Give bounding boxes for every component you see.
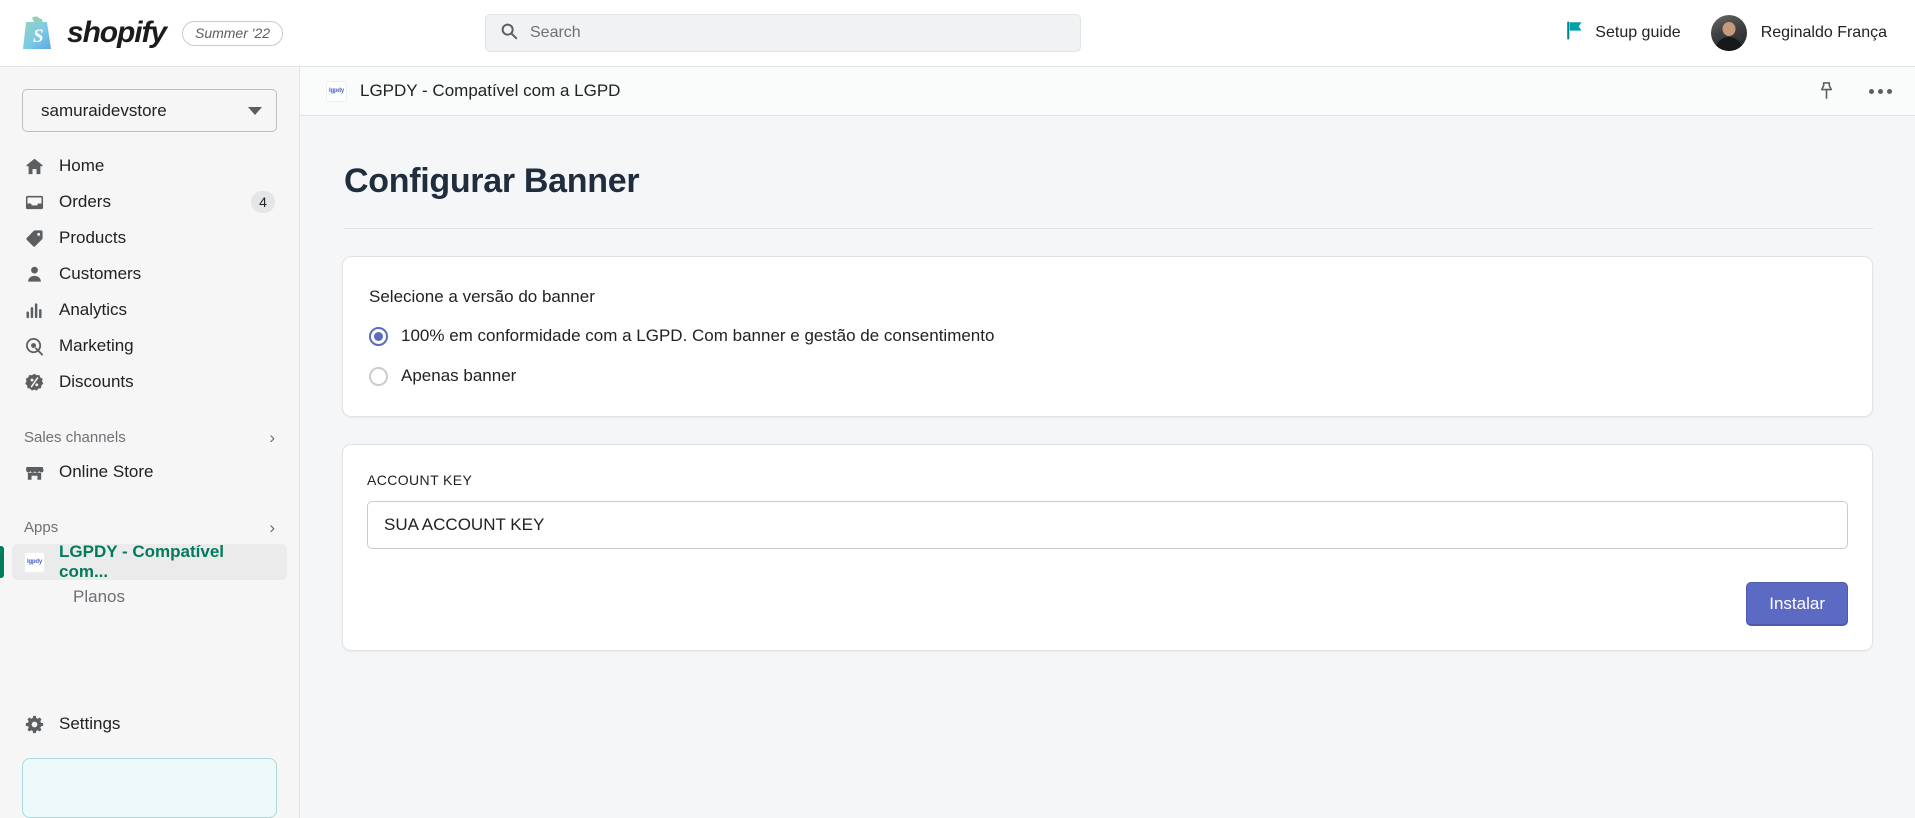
banner-version-card: Selecione a versão do banner 100% em con…: [342, 256, 1873, 417]
pin-icon[interactable]: [1813, 78, 1839, 104]
sidebar-label: Analytics: [59, 300, 128, 319]
search-placeholder-text: Search: [530, 24, 581, 41]
radio-label: Apenas banner: [401, 366, 517, 385]
setup-guide-button[interactable]: Setup guide: [1558, 15, 1688, 51]
sales-channels-title: Sales channels: [24, 428, 126, 446]
online-store-icon: [24, 462, 45, 483]
flag-icon: [1566, 21, 1584, 45]
avatar: [1710, 15, 1747, 51]
settings-nav: Settings: [0, 706, 299, 742]
discounts-percent-icon: [24, 372, 45, 393]
app-header-bar: lgpdy LGPDY - Compatível com a LGPD: [300, 67, 1915, 116]
setup-guide-label: Setup guide: [1595, 24, 1681, 41]
orders-icon: [24, 192, 45, 213]
top-bar: S shopify Summer '22 Search Setup guide: [0, 0, 1915, 67]
sidebar-item-discounts[interactable]: Discounts: [12, 364, 287, 400]
sidebar-label: Marketing: [59, 336, 134, 355]
apps-title: Apps: [24, 518, 59, 536]
dot: [1868, 88, 1874, 94]
search-container: Search: [485, 14, 1081, 52]
header-divider: [344, 228, 1873, 229]
customers-person-icon: [24, 264, 45, 285]
chevron-down-icon: [248, 106, 262, 115]
account-key-card-body: ACCOUNT KEY Instalar: [343, 445, 1872, 650]
account-key-label: ACCOUNT KEY: [367, 472, 473, 488]
season-badge: Summer '22: [181, 20, 284, 46]
account-key-actions: Instalar: [367, 582, 1848, 626]
primary-nav: Home Orders 4 Products Customers Analyti…: [0, 148, 299, 400]
radio-option-banner-only[interactable]: Apenas banner: [369, 366, 1846, 386]
sidebar-label: Home: [59, 156, 105, 175]
sidebar-item-settings[interactable]: Settings: [12, 706, 287, 742]
radio-indicator[interactable]: [369, 326, 388, 346]
top-bar-actions: Setup guide Reginaldo França: [1558, 11, 1915, 55]
apps-header[interactable]: Apps ›: [0, 510, 299, 544]
sidebar-item-orders[interactable]: Orders 4: [12, 184, 287, 220]
user-name-label: Reginaldo França: [1760, 24, 1887, 41]
sidebar-label: Online Store: [59, 462, 154, 481]
page-title: Configurar Banner: [344, 162, 640, 200]
sidebar-item-marketing[interactable]: Marketing: [12, 328, 287, 364]
analytics-bars-icon: [24, 300, 45, 321]
sidebar-item-analytics[interactable]: Analytics: [12, 292, 287, 328]
sidebar-item-planos[interactable]: Planos: [12, 580, 287, 614]
dot: [1886, 88, 1892, 94]
search-input[interactable]: Search: [485, 14, 1081, 52]
svg-text:S: S: [33, 26, 44, 47]
page-content: Configurar Banner Selecione a versão do …: [300, 116, 1915, 818]
sidebar-label: Customers: [59, 264, 142, 283]
radio-label: 100% em conformidade com a LGPD. Com ban…: [401, 326, 995, 345]
lgpdy-app-icon: lgpdy: [326, 80, 347, 102]
sidebar-label: Orders: [59, 192, 111, 211]
banner-version-card-body: Selecione a versão do banner 100% em con…: [343, 257, 1872, 416]
sidebar-footer: Settings: [0, 706, 299, 818]
app-header-actions: [1813, 78, 1893, 104]
apps-nav: lgpdy LGPDY - Compatível com...: [0, 542, 299, 581]
home-icon: [24, 156, 45, 177]
page-header: Configurar Banner: [344, 116, 1873, 229]
sidebar-label: Discounts: [59, 372, 134, 391]
sidebar-item-online-store[interactable]: Online Store: [12, 454, 287, 490]
shopify-logo-icon: S: [22, 15, 55, 51]
sidebar-label: LGPDY - Compatível com...: [59, 542, 224, 581]
sidebar-item-home[interactable]: Home: [12, 148, 287, 184]
account-key-input[interactable]: [367, 501, 1848, 549]
dot: [1877, 88, 1883, 94]
shopify-brand[interactable]: S shopify Summer '22: [0, 15, 284, 51]
more-actions-icon[interactable]: [1867, 78, 1893, 104]
app-shell: samuraidevstore Home Orders 4 Products C…: [0, 67, 1915, 818]
sidebar: samuraidevstore Home Orders 4 Products C…: [0, 67, 300, 818]
radio-indicator[interactable]: [369, 366, 388, 386]
user-menu-button[interactable]: Reginaldo França: [1705, 11, 1893, 55]
store-name-label: samuraidevstore: [41, 100, 167, 120]
chevron-right-icon: ›: [269, 517, 275, 537]
brand-wordmark: shopify: [67, 16, 167, 49]
install-button[interactable]: Instalar: [1746, 582, 1848, 626]
app-title: LGPDY - Compatível com a LGPD: [360, 81, 621, 100]
banner-version-label: Selecione a versão do banner: [369, 287, 595, 306]
store-switcher[interactable]: samuraidevstore: [22, 89, 277, 132]
marketing-target-icon: [24, 336, 45, 357]
app-header-left: lgpdy LGPDY - Compatível com a LGPD: [326, 80, 621, 102]
radio-option-full-compliance[interactable]: 100% em conformidade com a LGPD. Com ban…: [369, 326, 1846, 346]
sales-channels-header[interactable]: Sales channels ›: [0, 420, 299, 454]
products-tag-icon: [24, 228, 45, 249]
sales-channels-nav: Online Store: [0, 454, 299, 490]
account-key-card: ACCOUNT KEY Instalar: [342, 444, 1873, 651]
sidebar-label: Settings: [59, 714, 121, 733]
sidebar-item-lgpdy-app[interactable]: lgpdy LGPDY - Compatível com...: [0, 542, 287, 581]
sidebar-item-products[interactable]: Products: [12, 220, 287, 256]
orders-count-badge: 4: [251, 191, 275, 213]
lgpdy-app-icon: lgpdy: [24, 551, 45, 573]
main-area: lgpdy LGPDY - Compatível com a LGPD Conf: [300, 67, 1915, 818]
search-icon: [500, 22, 518, 45]
sidebar-promo-card[interactable]: [22, 758, 277, 818]
sidebar-label: Products: [59, 228, 127, 247]
gear-icon: [24, 714, 45, 735]
sidebar-item-customers[interactable]: Customers: [12, 256, 287, 292]
chevron-right-icon: ›: [269, 427, 275, 447]
